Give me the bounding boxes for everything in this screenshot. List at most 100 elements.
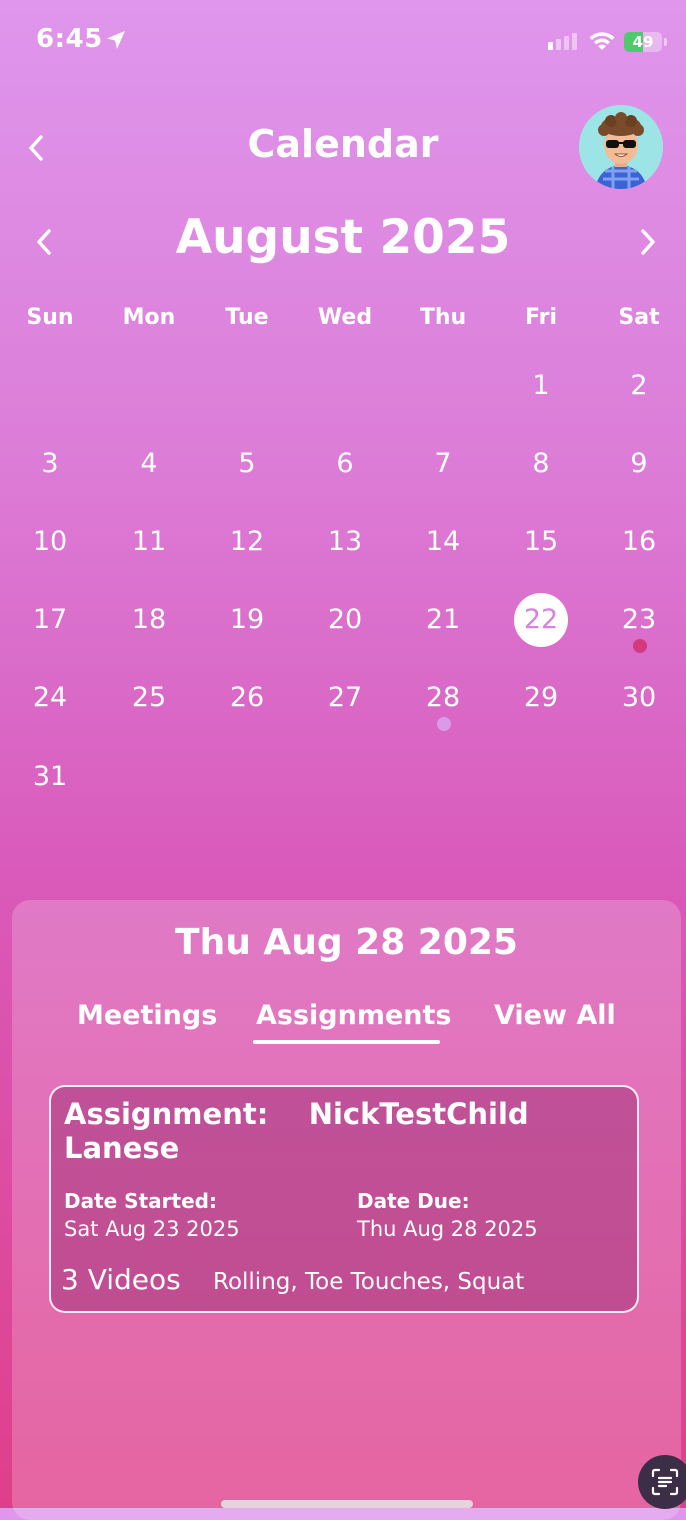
calendar-day[interactable]: 1	[506, 358, 576, 414]
calendar-day[interactable]: 14	[408, 514, 478, 570]
calendar-day[interactable]: 2	[604, 358, 674, 414]
active-tab-indicator	[253, 1040, 440, 1044]
calendar-day[interactable]: 28	[408, 670, 478, 726]
day-number: 24	[32, 682, 68, 713]
calendar-day[interactable]: 12	[212, 514, 282, 570]
weekday-label: Mon	[122, 305, 176, 330]
calendar-day[interactable]: 9	[604, 436, 674, 492]
weekday-label: Wed	[317, 305, 373, 330]
calendar-day[interactable]: 17	[15, 592, 85, 648]
weekday-label: Sat	[618, 305, 660, 330]
calendar-day[interactable]: 11	[114, 514, 184, 570]
calendar-day[interactable]: 8	[506, 436, 576, 492]
day-detail-panel: Thu Aug 28 2025 Meetings Assignments Vie…	[12, 900, 681, 1520]
chevron-right-icon	[641, 229, 655, 255]
calendar-day[interactable]: 5	[212, 436, 282, 492]
day-number: 6	[336, 448, 354, 479]
selected-date-title: Thu Aug 28 2025	[175, 922, 518, 963]
day-number: 7	[434, 448, 452, 479]
battery-tip	[664, 38, 667, 46]
calendar-day[interactable]: 27	[310, 670, 380, 726]
scan-text-button[interactable]	[638, 1455, 686, 1509]
next-month-button[interactable]	[630, 222, 666, 262]
day-number: 17	[32, 604, 68, 635]
home-indicator	[221, 1500, 473, 1508]
date-started-label: Date Started:	[64, 1189, 217, 1213]
calendar-day[interactable]: 13	[310, 514, 380, 570]
calendar-day[interactable]: 6	[310, 436, 380, 492]
day-number: 4	[140, 448, 158, 479]
weekday-label: Sun	[26, 305, 74, 330]
calendar-day[interactable]: 24	[15, 670, 85, 726]
calendar-day[interactable]: 3	[15, 436, 85, 492]
day-number: 28	[425, 682, 461, 713]
calendar-day[interactable]: 18	[114, 592, 184, 648]
date-due-value: Thu Aug 28 2025	[357, 1217, 538, 1241]
calendar-day[interactable]: 26	[212, 670, 282, 726]
calendar-day[interactable]: 23	[604, 592, 674, 648]
calendar-day[interactable]: 10	[15, 514, 85, 570]
day-number: 12	[229, 526, 265, 557]
day-number: 23	[621, 604, 657, 635]
assignment-card[interactable]: Assignment: NickTestChild Lanese Date St…	[49, 1085, 639, 1313]
calendar-day[interactable]: 7	[408, 436, 478, 492]
tab-view-all[interactable]: View All	[494, 1000, 616, 1031]
calendar-day[interactable]: 31	[15, 749, 85, 805]
day-number: 2	[630, 370, 648, 401]
scan-text-icon	[651, 1468, 679, 1496]
day-number: 20	[327, 604, 363, 635]
avatar-image	[579, 105, 663, 189]
day-number: 26	[229, 682, 265, 713]
weekday-header: Sun Mon Tue Wed Thu Fri Sat	[0, 305, 686, 335]
calendar-grid: 1 2 3 4 5 6 7 8 9 10 11 12 13 14 15 16 17 18 19 20 21 22 23 24 2…	[0, 0, 686, 800]
calendar-day[interactable]: 25	[114, 670, 184, 726]
calendar-day[interactable]: 16	[604, 514, 674, 570]
video-list: Rolling, Toe Touches, Squat	[213, 1269, 525, 1295]
day-number: 27	[327, 682, 363, 713]
day-number: 16	[621, 526, 657, 557]
date-started-value: Sat Aug 23 2025	[64, 1217, 240, 1241]
battery-icon: 49	[624, 32, 662, 52]
tab-meetings[interactable]: Meetings	[77, 1000, 217, 1031]
calendar-day[interactable]: 19	[212, 592, 282, 648]
avatar[interactable]	[579, 105, 663, 189]
location-arrow-icon	[107, 31, 125, 49]
calendar-day[interactable]: 4	[114, 436, 184, 492]
cellular-signal-icon	[548, 33, 577, 50]
video-count: 3 Videos	[61, 1263, 181, 1296]
status-bar: 6:45 49	[0, 0, 686, 84]
month-navigation: August 2025	[0, 210, 686, 272]
day-number: 19	[229, 604, 265, 635]
day-number: 10	[32, 526, 68, 557]
day-number: 3	[41, 448, 59, 479]
wifi-icon	[589, 32, 615, 50]
day-number: 18	[131, 604, 167, 635]
day-number: 9	[630, 448, 648, 479]
calendar-day[interactable]: 29	[506, 670, 576, 726]
assignment-title: Assignment: NickTestChild Lanese	[64, 1097, 529, 1165]
day-number: 8	[532, 448, 550, 479]
day-number: 31	[32, 761, 68, 792]
day-number: 21	[425, 604, 461, 635]
battery-percent: 49	[632, 33, 654, 51]
day-number: 5	[238, 448, 256, 479]
day-number: 22	[523, 604, 559, 635]
tab-assignments[interactable]: Assignments	[256, 1000, 452, 1031]
day-number: 1	[532, 370, 550, 401]
day-number: 25	[131, 682, 167, 713]
day-number: 13	[327, 526, 363, 557]
day-number: 29	[523, 682, 559, 713]
calendar-day[interactable]: 30	[604, 670, 674, 726]
calendar-day[interactable]: 15	[506, 514, 576, 570]
day-number: 15	[523, 526, 559, 557]
weekday-label: Thu	[419, 305, 467, 330]
calendar-day[interactable]: 20	[310, 592, 380, 648]
day-number: 11	[131, 526, 167, 557]
calendar-day[interactable]: 21	[408, 592, 478, 648]
calendar-day-selected[interactable]: 22	[506, 592, 576, 648]
month-title: August 2025	[175, 210, 511, 265]
weekday-label: Tue	[225, 305, 269, 330]
day-number: 14	[425, 526, 461, 557]
date-due-label: Date Due:	[357, 1189, 470, 1213]
weekday-label: Fri	[524, 305, 557, 330]
